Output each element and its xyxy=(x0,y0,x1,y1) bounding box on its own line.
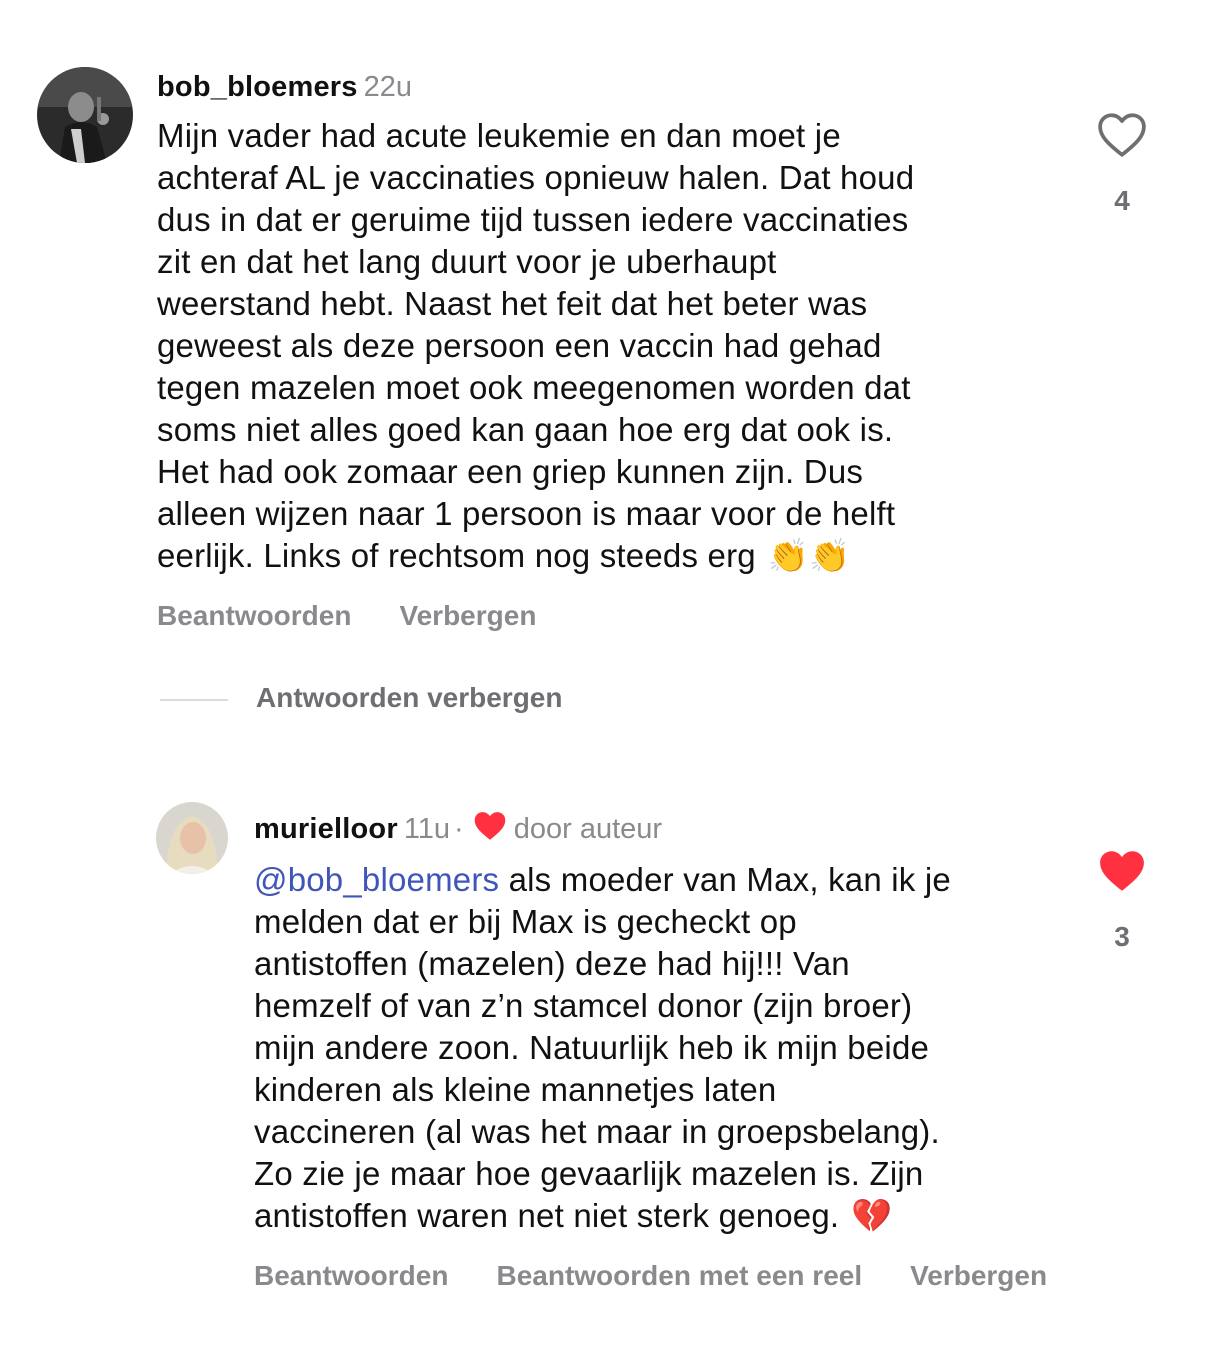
text-line-content: hemzelf of van z’n stamcel donor (zijn b… xyxy=(254,987,913,1024)
hide-replies-toggle[interactable]: Antwoorden verbergen xyxy=(160,682,562,714)
comment-text: Mijn vader had acute leukemie en dan moe… xyxy=(157,115,1057,577)
text-line: hemzelf of van z’n stamcel donor (zijn b… xyxy=(254,985,1074,1027)
text-line-content: tegen mazelen moet ook meegenomen worden… xyxy=(157,369,911,406)
text-line: Mijn vader had acute leukemie en dan moe… xyxy=(157,115,1057,157)
like-count: 4 xyxy=(1114,185,1130,216)
heart-filled-icon[interactable] xyxy=(1097,851,1147,898)
like-button[interactable]: 3 xyxy=(1092,848,1152,953)
text-line: soms niet alles goed kan gaan hoe erg da… xyxy=(157,409,1057,451)
text-line: vaccineren (al was het maar in groepsbel… xyxy=(254,1111,1074,1153)
text-line: kinderen als kleine mannetjes laten xyxy=(254,1069,1074,1111)
text-line-content: antistoffen waren net niet sterk genoeg. xyxy=(254,1197,840,1234)
text-line: weerstand hebt. Naast het feit dat het b… xyxy=(157,283,1057,325)
text-line: mijn andere zoon. Natuurlijk heb ik mijn… xyxy=(254,1027,1074,1069)
text-line: zit en dat het lang duurt voor je uberha… xyxy=(157,241,1057,283)
reply-button[interactable]: Beantwoorden xyxy=(157,600,351,632)
timestamp: 22u xyxy=(363,71,413,103)
reply-meta: murielloor 11u · door auteur xyxy=(254,810,662,851)
text-line-content: antistoffen (mazelen) deze had hij!!! Va… xyxy=(254,945,850,982)
text-line-content: weerstand hebt. Naast het feit dat het b… xyxy=(157,285,868,322)
divider xyxy=(160,698,228,701)
text-line-content: eerlijk. Links of rechtsom nog steeds er… xyxy=(157,537,756,574)
hide-button[interactable]: Verbergen xyxy=(399,600,536,632)
comment-bob-bloemers: bob_bloemers 22u Mijn vader had acute leu… xyxy=(0,0,1206,660)
avatar[interactable] xyxy=(37,67,133,163)
like-button[interactable]: 4 xyxy=(1092,112,1152,217)
text-line-content: Mijn vader had acute leukemie en dan moe… xyxy=(157,117,841,154)
username[interactable]: bob_bloemers xyxy=(157,71,358,103)
comment-actions: Beantwoorden Verbergen xyxy=(157,600,584,632)
text-line: Zo zie je maar hoe gevaarlijk mazelen is… xyxy=(254,1153,1074,1195)
heart-outline-icon[interactable] xyxy=(1097,113,1147,162)
emoji: 👏👏 xyxy=(767,537,851,574)
text-line: alleen wijzen naar 1 persoon is maar voo… xyxy=(157,493,1057,535)
author-liked-heart-icon xyxy=(472,810,508,851)
text-line: melden dat er bij Max is gecheckt op xyxy=(254,901,1074,943)
text-line-content: Zo zie je maar hoe gevaarlijk mazelen is… xyxy=(254,1155,924,1192)
like-count: 3 xyxy=(1114,921,1130,952)
reply-with-reel-button[interactable]: Beantwoorden met een reel xyxy=(496,1260,862,1292)
text-line-content: zit en dat het lang duurt voor je uberha… xyxy=(157,243,777,280)
text-line-content: alleen wijzen naar 1 persoon is maar voo… xyxy=(157,495,896,532)
text-line-content: melden dat er bij Max is gecheckt op xyxy=(254,903,797,940)
text-line-content: soms niet alles goed kan gaan hoe erg da… xyxy=(157,411,894,448)
separator: · xyxy=(454,813,464,845)
text-line-content: dus in dat er geruime tijd tussen iedere… xyxy=(157,201,909,238)
reply-first-line: als moeder van Max, kan ik je xyxy=(499,861,951,898)
text-line: eerlijk. Links of rechtsom nog steeds er… xyxy=(157,535,1057,577)
reply-murielloor: murielloor 11u · door auteur @bob_bloemers … xyxy=(0,790,1206,1330)
text-line: tegen mazelen moet ook meegenomen worden… xyxy=(157,367,1057,409)
text-line-content: kinderen als kleine mannetjes laten xyxy=(254,1071,777,1108)
avatar[interactable] xyxy=(156,802,228,874)
hide-replies-label: Antwoorden verbergen xyxy=(256,682,563,713)
author-label: door auteur xyxy=(513,813,663,845)
text-line: geweest als deze persoon een vaccin had … xyxy=(157,325,1057,367)
text-line-content: achteraf AL je vaccinaties opnieuw halen… xyxy=(157,159,915,196)
text-line: dus in dat er geruime tijd tussen iedere… xyxy=(157,199,1057,241)
reply-button[interactable]: Beantwoorden xyxy=(254,1260,448,1292)
text-line-content: vaccineren (al was het maar in groepsbel… xyxy=(254,1113,940,1150)
text-line-content: mijn andere zoon. Natuurlijk heb ik mijn… xyxy=(254,1029,930,1066)
text-line: antistoffen waren net niet sterk genoeg.… xyxy=(254,1195,1074,1237)
reply-actions: Beantwoorden Beantwoorden met een reel Ver… xyxy=(254,1260,1095,1292)
comment-meta: bob_bloemers 22u xyxy=(157,69,412,105)
username[interactable]: murielloor xyxy=(254,813,398,845)
reply-text: @bob_bloemers als moeder van Max, kan ik… xyxy=(254,859,1074,1237)
text-line-content: geweest als deze persoon een vaccin had … xyxy=(157,327,882,364)
timestamp: 11u xyxy=(403,813,451,845)
emoji: 💔 xyxy=(851,1197,893,1234)
text-line: Het had ook zomaar een griep kunnen zijn… xyxy=(157,451,1057,493)
text-line: antistoffen (mazelen) deze had hij!!! Va… xyxy=(254,943,1074,985)
text-line-content: Het had ook zomaar een griep kunnen zijn… xyxy=(157,453,864,490)
hide-button[interactable]: Verbergen xyxy=(910,1260,1047,1292)
text-line: achteraf AL je vaccinaties opnieuw halen… xyxy=(157,157,1057,199)
mention-link[interactable]: @bob_bloemers xyxy=(254,861,499,898)
